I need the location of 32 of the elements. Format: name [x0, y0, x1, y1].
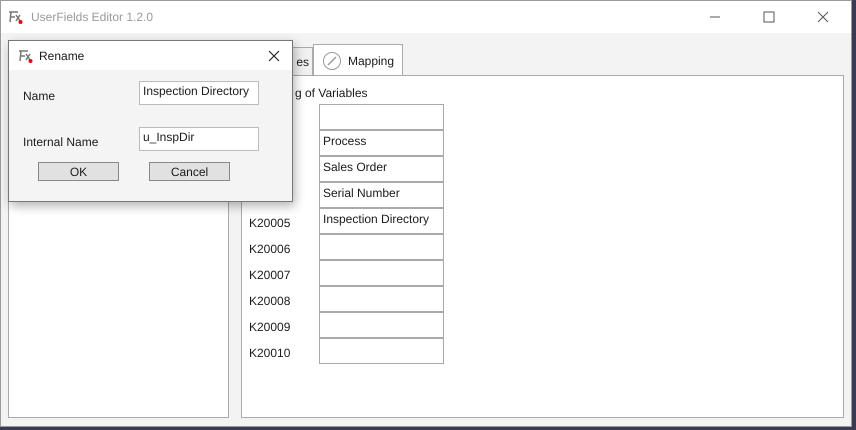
- app-icon: [7, 9, 23, 25]
- field-label: Internal Name: [23, 134, 100, 151]
- value-field[interactable]: [319, 104, 444, 130]
- dialog-button[interactable]: Cancel: [149, 162, 230, 181]
- variable-key: K20008: [249, 294, 290, 308]
- variable-key: K20005: [249, 216, 290, 230]
- variable-key: K20009: [249, 320, 290, 334]
- value-field[interactable]: Inspection Directory: [319, 208, 444, 234]
- dialog-title: Rename: [39, 48, 84, 64]
- value-field[interactable]: Serial Number: [319, 182, 444, 208]
- text-field[interactable]: u_InspDir: [139, 127, 259, 151]
- variable-key: K20006: [249, 242, 290, 256]
- tab[interactable]: Mapping: [313, 44, 404, 76]
- maximize-icon[interactable]: [763, 11, 775, 23]
- value-field[interactable]: [319, 338, 444, 364]
- variable-key: K20007: [249, 268, 290, 282]
- slash-circle-icon: [322, 50, 342, 70]
- close-icon[interactable]: [268, 50, 280, 62]
- variable-key: K20010: [249, 346, 290, 360]
- close-icon[interactable]: [817, 11, 829, 23]
- dialog-button[interactable]: OK: [38, 162, 119, 181]
- value-field[interactable]: [319, 260, 444, 286]
- mapping-heading: g of Variables: [294, 85, 368, 102]
- value-field[interactable]: [319, 234, 444, 260]
- value-field[interactable]: Sales Order: [319, 156, 444, 182]
- field-label: Name: [23, 88, 56, 105]
- text-field[interactable]: Inspection Directory: [139, 81, 259, 105]
- value-field[interactable]: Process: [319, 130, 444, 156]
- value-field[interactable]: [319, 312, 444, 338]
- app-icon: [17, 48, 33, 64]
- value-field[interactable]: [319, 286, 444, 312]
- window-title: UserFields Editor 1.2.0: [31, 9, 154, 26]
